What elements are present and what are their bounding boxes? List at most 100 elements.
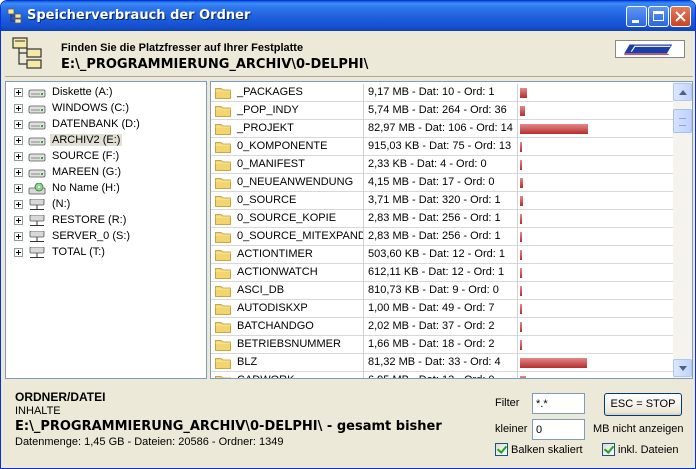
scroll-up-button[interactable] (673, 83, 692, 101)
size-bar-cell (517, 120, 673, 138)
folder-info: 915,03 KB - Dat: 75 - Ord: 13 (368, 140, 512, 152)
scaled-bars-label[interactable]: Balken skaliert (511, 444, 583, 456)
maximize-button[interactable] (648, 6, 669, 27)
size-bar-cell (517, 102, 673, 120)
list-row[interactable]: 0_SOURCE_KOPIE 2,83 MB - Dat: 256 - Ord: … (211, 210, 673, 228)
folder-list[interactable]: _PACKAGES 9,17 MB - Dat: 10 - Ord: 1 _POP_… (210, 81, 693, 379)
folder-name: BATCHANDGO (237, 320, 314, 332)
list-row[interactable]: _PROJEKT 82,97 MB - Dat: 106 - Ord: 14 (211, 120, 673, 138)
scroll-down-button[interactable] (673, 359, 692, 377)
status-path: E:\_PROGRAMMIERUNG_ARCHIV\0-DELPHI\ - ge… (15, 419, 442, 434)
folder-name-cell: ACTIONTIMER (211, 246, 364, 264)
expand-icon[interactable] (14, 168, 23, 177)
header-path: E:\_PROGRAMMIERUNG_ARCHIV\0-DELPHI\ (61, 57, 369, 72)
brand-logo (615, 40, 685, 58)
folder-name: 0_NEUEANWENDUNG (237, 176, 354, 188)
list-row[interactable]: _PACKAGES 9,17 MB - Dat: 10 - Ord: 1 (211, 84, 673, 102)
kleiner-label: kleiner (495, 423, 528, 435)
list-row[interactable]: BATCHANDGO 2,02 MB - Dat: 37 - Ord: 2 (211, 318, 673, 336)
expand-icon[interactable] (14, 104, 23, 113)
minimize-button[interactable] (626, 6, 647, 27)
folder-info: 810,73 KB - Dat: 9 - Ord: 0 (368, 284, 499, 296)
list-row[interactable]: ASCI_DB 810,73 KB - Dat: 9 - Ord: 0 (211, 282, 673, 300)
tree-item[interactable]: TOTAL (T:) (6, 245, 206, 261)
size-bar (520, 142, 522, 152)
list-row[interactable]: 0_NEUEANWENDUNG 4,15 MB - Dat: 17 - Ord: … (211, 174, 673, 192)
folder-name-cell: BETRIEBSNUMMER (211, 336, 364, 354)
tree-item-label: MAREEN (G:) (52, 166, 122, 178)
size-bar (520, 268, 522, 278)
folder-icon (215, 124, 231, 135)
hard-drive-icon (28, 137, 46, 146)
size-bar-cell (517, 354, 673, 372)
expand-icon[interactable] (14, 200, 23, 209)
size-bar (520, 160, 522, 170)
expand-icon[interactable] (14, 88, 23, 97)
size-bar (520, 304, 522, 314)
include-files-checkbox[interactable] (602, 443, 615, 456)
tree-item[interactable]: RESTORE (R:) (6, 213, 206, 229)
network-drive-icon (29, 231, 45, 242)
size-bar-cell (517, 84, 673, 102)
expand-icon[interactable] (14, 248, 23, 257)
arrow-down-icon (679, 366, 687, 371)
folder-name: 0_MANIFEST (237, 158, 305, 170)
scroll-thumb[interactable] (673, 109, 692, 133)
tree-item-label: TOTAL (T:) (52, 246, 105, 258)
folder-info: 81,32 MB - Dat: 33 - Ord: 4 (368, 356, 501, 368)
list-row[interactable]: _POP_INDY 5,74 MB - Dat: 264 - Ord: 36 (211, 102, 673, 120)
folder-icon (215, 160, 231, 171)
list-row[interactable]: AUTODISKXP 1,00 MB - Dat: 49 - Ord: 7 (211, 300, 673, 318)
tree-item[interactable]: (N:) (6, 197, 206, 213)
expand-icon[interactable] (14, 216, 23, 225)
expand-icon[interactable] (14, 232, 23, 241)
tree-item[interactable]: SOURCE (F:) (6, 149, 206, 165)
status-title: ORDNER/DATEI (15, 390, 106, 404)
tree-item[interactable]: WINDOWS (C:) (6, 101, 206, 117)
folder-name-cell: BATCHANDGO (211, 318, 364, 336)
list-row[interactable]: BETRIEBSNUMMER 1,66 MB - Dat: 18 - Ord: 2 (211, 336, 673, 354)
tree-item[interactable]: SERVER_0 (S:) (6, 229, 206, 245)
list-row[interactable]: ACTIONTIMER 503,60 KB - Dat: 12 - Ord: 1 (211, 246, 673, 264)
vertical-scrollbar[interactable] (673, 82, 692, 378)
drive-tree[interactable]: Diskette (A:) WINDOWS (C:) DATENBANK (D:) A… (5, 81, 207, 379)
folder-info: 5,74 MB - Dat: 264 - Ord: 36 (368, 104, 507, 116)
folder-name-cell: _PACKAGES (211, 84, 364, 102)
folder-name-cell: _POP_INDY (211, 102, 364, 120)
folder-name-cell: CADWORK (211, 372, 364, 378)
expand-icon[interactable] (14, 184, 23, 193)
stop-button[interactable]: ESC = STOP (604, 393, 682, 416)
list-row[interactable]: ACTIONWATCH 612,11 KB - Dat: 12 - Ord: 1 (211, 264, 673, 282)
close-button[interactable] (670, 6, 691, 27)
folder-name: ASCI_DB (237, 284, 285, 296)
app-window: Speicherverbrauch der Ordner Finden Sie … (0, 0, 696, 469)
list-row[interactable]: BLZ 81,32 MB - Dat: 33 - Ord: 4 (211, 354, 673, 372)
list-row[interactable]: 0_SOURCE 3,71 MB - Dat: 320 - Ord: 1 (211, 192, 673, 210)
title-bar[interactable]: Speicherverbrauch der Ordner (1, 1, 695, 31)
list-row[interactable]: CADWORK 6,95 MB - Dat: 13 - Ord: 0 (211, 372, 673, 378)
folder-tree-icon (12, 37, 42, 69)
size-bar (520, 88, 527, 98)
folder-name-cell: 0_MANIFEST (211, 156, 364, 174)
tree-item-label: (N:) (52, 198, 71, 210)
expand-icon[interactable] (14, 136, 23, 145)
tree-item[interactable]: No Name (H:) (6, 181, 206, 197)
tree-item[interactable]: MAREEN (G:) (6, 165, 206, 181)
min-size-unit-label: MB nicht anzeigen (593, 423, 684, 435)
scaled-bars-checkbox[interactable] (495, 443, 508, 456)
include-files-label[interactable]: inkl. Dateien (618, 444, 679, 456)
tree-item[interactable]: DATENBANK (D:) (6, 117, 206, 133)
tree-item[interactable]: ARCHIV2 (E:) (6, 133, 206, 149)
min-size-input[interactable] (532, 419, 585, 440)
size-bar-cell (517, 318, 673, 336)
list-row[interactable]: 0_KOMPONENTE 915,03 KB - Dat: 75 - Ord: 1… (211, 138, 673, 156)
filter-input[interactable] (532, 393, 585, 414)
size-bar-cell (517, 282, 673, 300)
tree-item-label: WINDOWS (C:) (52, 102, 129, 114)
list-row[interactable]: 0_MANIFEST 2,33 KB - Dat: 4 - Ord: 0 (211, 156, 673, 174)
expand-icon[interactable] (14, 120, 23, 129)
size-bar-cell (517, 210, 673, 228)
tree-item[interactable]: Diskette (A:) (6, 85, 206, 101)
expand-icon[interactable] (14, 152, 23, 161)
list-row[interactable]: 0_SOURCE_MITEXPANDFILES 2,83 MB - Dat: 25… (211, 228, 673, 246)
